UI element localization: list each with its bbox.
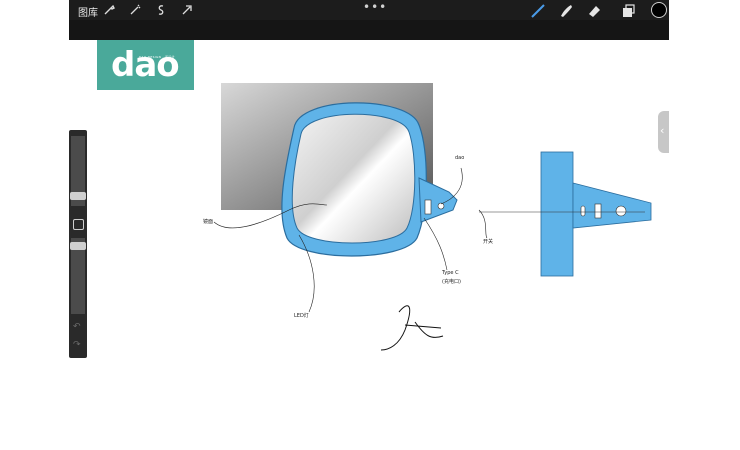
chevron-left-icon: ‹ xyxy=(660,124,665,137)
brush-size-slider[interactable] xyxy=(70,192,86,200)
opacity-slider[interactable] xyxy=(70,242,86,250)
note-side: 开关 xyxy=(483,239,494,245)
right-panel-handle[interactable]: ‹ xyxy=(658,111,669,153)
note-typec-sub: (充电口) xyxy=(442,279,461,285)
note-typec: Type C xyxy=(442,270,459,276)
undo-icon[interactable]: ↶ xyxy=(73,322,81,332)
redo-icon[interactable]: ↷ xyxy=(73,340,81,350)
signature xyxy=(380,305,444,351)
procreate-canvas[interactable]: 图库 ••• dao DAO DESIGN · 道设计 镜面 LED灯 dao … xyxy=(69,0,669,365)
modify-button[interactable] xyxy=(73,219,84,230)
mirror-glass xyxy=(291,113,416,244)
note-logo: dao xyxy=(455,155,465,161)
brush-sidebar: ↶ ↷ xyxy=(69,130,87,358)
side-view-body xyxy=(540,151,574,277)
mirror-sketch xyxy=(213,83,652,351)
note-led: LED灯 xyxy=(294,313,309,319)
note-mirror: 镜面 xyxy=(203,219,214,225)
